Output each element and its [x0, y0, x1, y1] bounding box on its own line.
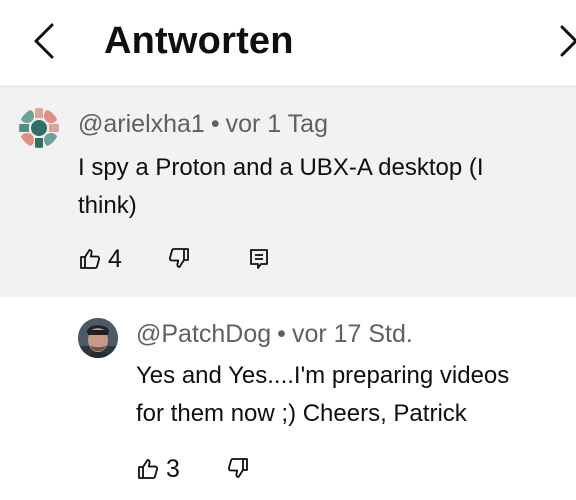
separator-dot: • [210, 110, 220, 138]
comment-time: vor 1 Tag [225, 110, 328, 138]
comment-text-line: I spy a Proton and a UBX-A desktop (I [78, 154, 484, 181]
reply-comment: @PatchDog • vor 17 Std. Yes and Yes....I'm… [0, 297, 576, 500]
avatar[interactable] [19, 108, 59, 148]
comment-meta: @PatchDog • vor 17 Std. [136, 319, 413, 349]
close-icon [560, 25, 576, 57]
parent-comment: @arielxha1 • vor 1 Tag I spy a Proton and … [0, 86, 576, 297]
like-button[interactable]: 4 [78, 244, 122, 274]
author-name[interactable]: @arielxha1 [78, 110, 205, 138]
like-count: 4 [108, 245, 122, 273]
avatar-photo-icon [78, 318, 118, 358]
comment-text-line: for them now ;) Cheers, Patrick [136, 400, 467, 427]
chevron-left-icon [34, 23, 54, 59]
comment-text-line: Yes and Yes....I'm preparing videos [136, 362, 510, 389]
avatar[interactable] [78, 318, 118, 358]
thumbs-down-icon [169, 248, 189, 268]
dislike-button[interactable] [226, 456, 250, 480]
comment-time: vor 17 Std. [291, 320, 413, 348]
page-title: Antworten [104, 20, 294, 62]
thumbs-up-icon [138, 459, 158, 479]
dislike-button[interactable] [167, 246, 191, 270]
replies-screen: Antworten @arielxha1 • vor 1 Tag I spy a… [0, 0, 576, 500]
separator-dot: • [277, 320, 286, 348]
comment-text: I spy a Proton and a UBX-A desktop (I th… [78, 149, 484, 225]
like-button[interactable]: 3 [136, 454, 180, 484]
back-button[interactable] [22, 18, 66, 64]
reply-button[interactable] [247, 247, 271, 271]
thumbs-up-icon [80, 249, 100, 269]
comment-text: Yes and Yes....I'm preparing videos for … [136, 357, 509, 433]
author-name[interactable]: @PatchDog [136, 320, 271, 348]
close-button[interactable] [556, 18, 576, 64]
comment-text-line: think) [78, 192, 137, 219]
like-count: 3 [166, 455, 180, 483]
header: Antworten [0, 0, 576, 86]
thumbs-down-icon [228, 458, 248, 478]
comment-icon [250, 249, 268, 269]
avatar-pattern-icon [19, 108, 59, 148]
comment-meta: @arielxha1 • vor 1 Tag [78, 109, 328, 139]
